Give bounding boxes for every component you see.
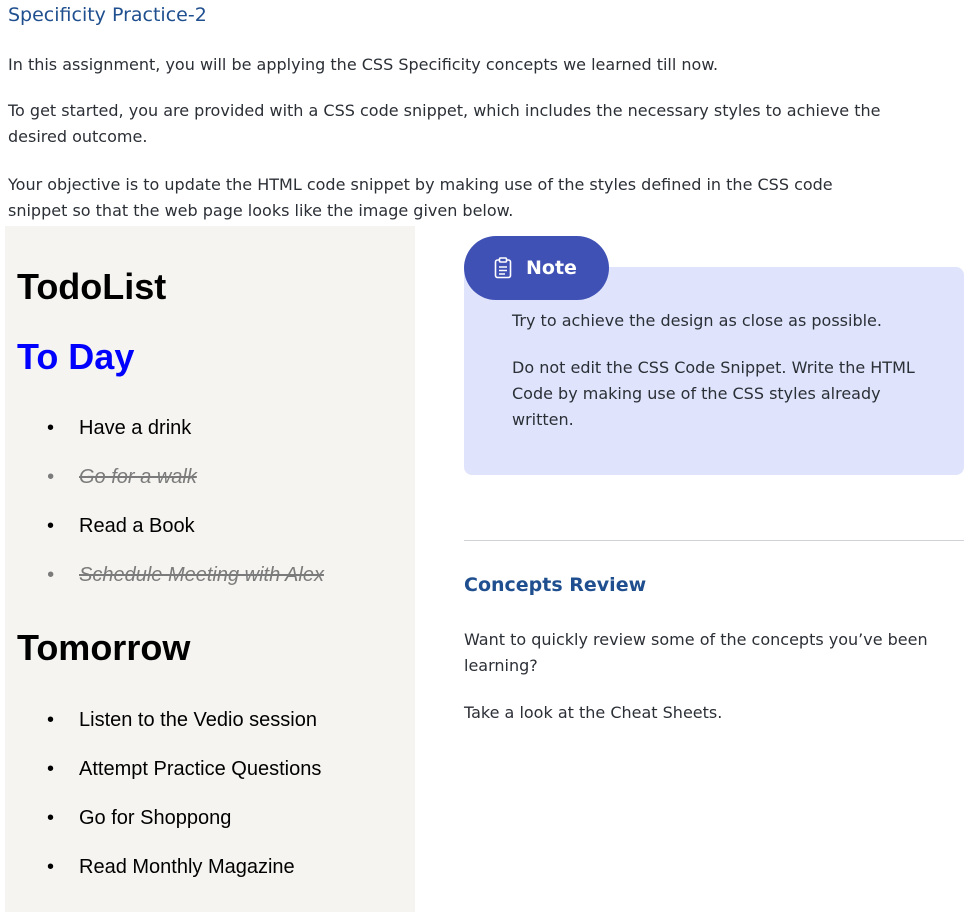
note-text: Try to achieve the design as close as po… <box>512 311 882 330</box>
assignment-title: Specificity Practice-2 <box>8 4 207 26</box>
list-item: Attempt Practice Questions <box>17 757 321 806</box>
intro-paragraph: Your objective is to update the HTML cod… <box>8 175 833 220</box>
note-text: Do not edit the CSS Code Snippet. Write … <box>512 358 915 429</box>
concepts-review-text: Take a look at the Cheat Sheets. <box>464 703 723 722</box>
list-item: Schedule Meeting with Alex <box>17 563 324 612</box>
today-list: Have a drink Go for a walk Read a Book S… <box>17 416 324 612</box>
intro-paragraph: In this assignment, you will be applying… <box>8 55 719 74</box>
tomorrow-heading: Tomorrow <box>17 627 191 668</box>
note-badge: Note <box>464 236 609 300</box>
list-item: Go for Shoppong <box>17 806 321 855</box>
today-heading: To Day <box>17 336 135 377</box>
section-divider <box>464 540 964 541</box>
list-item: Read a Book <box>17 514 324 563</box>
list-item: Read Monthly Magazine <box>17 855 321 904</box>
concepts-review-heading: Concepts Review <box>464 574 647 596</box>
intro-paragraph: To get started, you are provided with a … <box>8 101 881 146</box>
list-item: Listen to the Vedio session <box>17 708 321 757</box>
concepts-review-text: Want to quickly review some of the conce… <box>464 630 928 675</box>
list-item: Go for a walk <box>17 465 324 514</box>
todo-preview-image: TodoList To Day Have a drink Go for a wa… <box>5 226 415 912</box>
todo-title: TodoList <box>17 266 167 307</box>
clipboard-icon <box>494 257 512 279</box>
tomorrow-list: Listen to the Vedio session Attempt Prac… <box>17 708 321 904</box>
list-item: Have a drink <box>17 416 324 465</box>
note-label: Note <box>526 257 577 279</box>
